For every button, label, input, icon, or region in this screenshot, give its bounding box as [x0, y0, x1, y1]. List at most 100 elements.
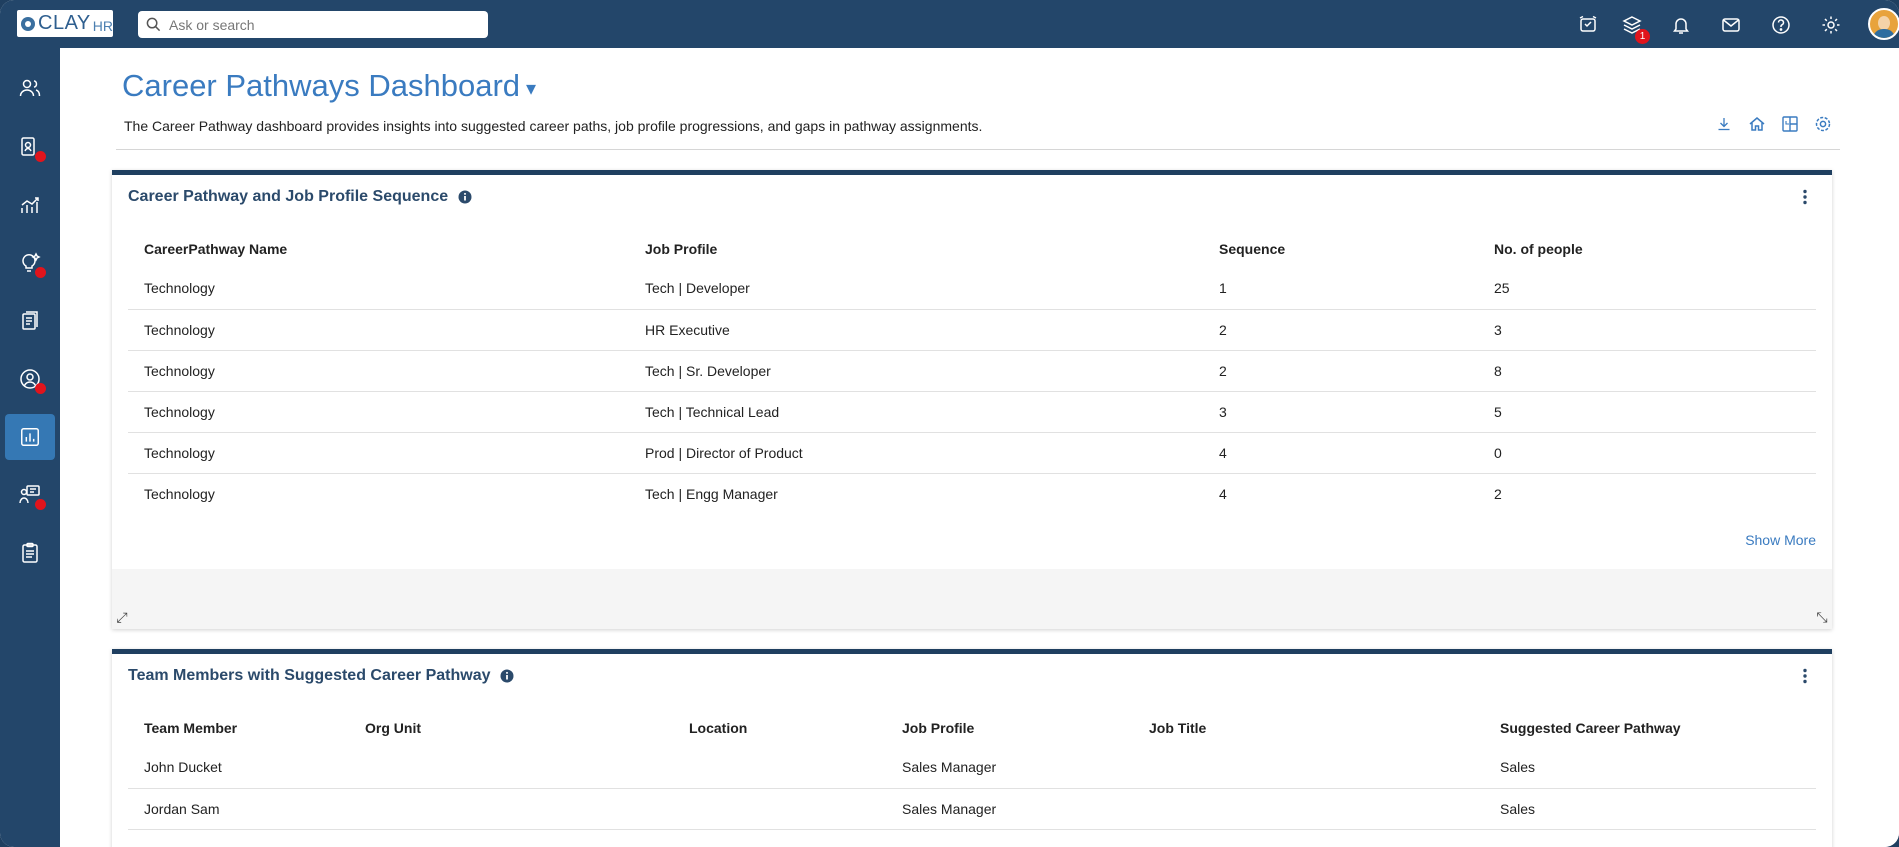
column-header[interactable]: Location [673, 709, 886, 747]
table-row: Technology Prod | Director of Product 4 … [128, 431, 1816, 473]
expand-icon[interactable]: ⤢ [114, 609, 130, 625]
card-title-text: Team Members with Suggested Career Pathw… [128, 667, 491, 684]
info-icon[interactable] [458, 190, 472, 204]
analytics-icon [21, 197, 39, 213]
user-avatar[interactable] [1868, 8, 1899, 40]
logo-text: CLAY [38, 12, 91, 34]
resize-handle-icon[interactable]: ⤡ [1814, 609, 1830, 625]
table-row: John Ducket Sales Manager Sales [128, 747, 1816, 788]
table-cell: 4 [1203, 431, 1478, 473]
card-title: Team Members with Suggested Career Pathw… [128, 667, 514, 685]
table-cell [673, 828, 886, 847]
table-row: Technology Tech | Developer 1 25 [128, 268, 1816, 309]
layers-badge: 1 [1635, 29, 1650, 44]
dashboard-dropdown-caret-icon[interactable]: ▾ [526, 76, 536, 101]
table-cell: Technology [128, 472, 629, 514]
table-cell [349, 747, 673, 788]
table-row: Jordan Sam Sales Manager Sales [128, 787, 1816, 829]
table-cell: Technology [128, 431, 629, 473]
table-cell: Tech | Engg Manager [629, 472, 1203, 514]
sidebar-item-reports[interactable] [5, 298, 55, 344]
table-cell: 2 [1203, 308, 1478, 350]
table-cell: 5 [1478, 390, 1816, 432]
column-header[interactable]: No. of people [1478, 230, 1816, 268]
column-header[interactable]: Org Unit [349, 709, 673, 747]
clayhr-logo[interactable]: CLAY HR [17, 10, 113, 37]
show-more-link[interactable]: Show More [1745, 532, 1816, 548]
notification-dot [35, 151, 46, 162]
card-menu-icon[interactable] [1798, 187, 1812, 207]
table-cell: 8 [1478, 349, 1816, 391]
table-cell: Technology [128, 308, 629, 350]
table-cell: 0 [1478, 431, 1816, 473]
card-menu-icon[interactable] [1798, 666, 1812, 686]
download-icon[interactable] [1712, 112, 1736, 136]
search-bar[interactable] [138, 11, 488, 38]
column-header[interactable]: Job Profile [886, 709, 1133, 747]
search-icon [146, 17, 161, 32]
search-input[interactable] [169, 16, 469, 33]
info-icon[interactable] [500, 669, 514, 683]
dashboard-settings-icon[interactable] [1811, 112, 1835, 136]
sidebar-item-profile[interactable] [5, 356, 55, 402]
table-cell [673, 787, 886, 829]
column-header[interactable]: CareerPathway Name [128, 230, 629, 268]
gear-icon[interactable] [1818, 12, 1844, 38]
layers-icon[interactable]: 1 [1619, 12, 1650, 44]
table-row: Technology Tech | Technical Lead 3 5 [128, 390, 1816, 432]
table-header-row: Team Member Org Unit Location Job Profil… [128, 709, 1816, 747]
sidebar-item-tasks[interactable] [5, 530, 55, 576]
alarm-clock-icon[interactable] [1575, 12, 1601, 38]
table-cell: 2 [1478, 472, 1816, 514]
app-window: CLAY HR 1 [0, 0, 1899, 847]
team-members-table: Team Member Org Unit Location Job Profil… [128, 709, 1816, 847]
page-description: The Career Pathway dashboard provides in… [124, 118, 983, 134]
table-cell [1133, 787, 1484, 829]
career-pathway-table: CareerPathway Name Job Profile Sequence … [128, 230, 1816, 514]
table-cell: HR Executive [629, 308, 1203, 350]
home-icon[interactable] [1745, 112, 1769, 136]
table-cell [1133, 747, 1484, 788]
dashboard-chart-icon [21, 428, 39, 446]
sidebar-item-people[interactable] [5, 65, 55, 111]
table-cell [349, 828, 673, 847]
sidebar [0, 48, 60, 847]
help-icon[interactable] [1768, 12, 1794, 38]
table-cell: Sales [1484, 787, 1816, 829]
sidebar-item-documents[interactable] [5, 124, 55, 170]
table-cell: Tech | Developer [645, 280, 750, 297]
column-header[interactable]: Suggested Career Pathway [1484, 709, 1816, 747]
table-row: Technology Tech | Sr. Developer 2 8 [128, 349, 1816, 391]
table-header-row: CareerPathway Name Job Profile Sequence … [128, 230, 1816, 268]
dashboard-toolbar [1712, 112, 1842, 136]
table-cell: Sales [1500, 759, 1536, 776]
sidebar-item-analytics[interactable] [5, 182, 55, 228]
column-header[interactable]: Job Profile [629, 230, 1203, 268]
column-header[interactable]: Job Title [1133, 709, 1484, 747]
mail-icon[interactable] [1718, 12, 1744, 38]
avatar-body [1873, 29, 1895, 38]
people-icon [19, 79, 41, 97]
logo-mark-icon [21, 16, 35, 31]
table-row: Technology Tech | Engg Manager 4 2 [128, 472, 1816, 514]
column-header[interactable]: Sequence [1203, 230, 1478, 268]
table-cell [1133, 828, 1484, 847]
table-cell: Tech | Sr. Developer [629, 349, 1203, 391]
sidebar-item-ideas[interactable] [5, 240, 55, 286]
table-cell: Sales Manager [886, 787, 1133, 829]
table-cell [886, 828, 1133, 847]
table-cell: Prod | Director of Product [629, 431, 1203, 473]
table-row: Technology HR Executive 2 3 [128, 308, 1816, 350]
sidebar-item-training[interactable] [5, 472, 55, 518]
column-header[interactable]: Team Member [128, 709, 349, 747]
card-footer: ⤢ ⤡ [112, 569, 1832, 629]
table-cell [128, 828, 349, 847]
sidebar-item-dashboards[interactable] [5, 414, 55, 460]
career-pathway-sequence-card: Career Pathway and Job Profile Sequence … [112, 170, 1832, 629]
table-cell [673, 747, 886, 788]
table-cell: 25 [1494, 280, 1510, 297]
layout-icon[interactable] [1778, 112, 1802, 136]
header-divider [116, 149, 1840, 150]
page-title[interactable]: Career Pathways Dashboard ▾ [122, 68, 536, 104]
bell-icon[interactable] [1668, 12, 1694, 38]
